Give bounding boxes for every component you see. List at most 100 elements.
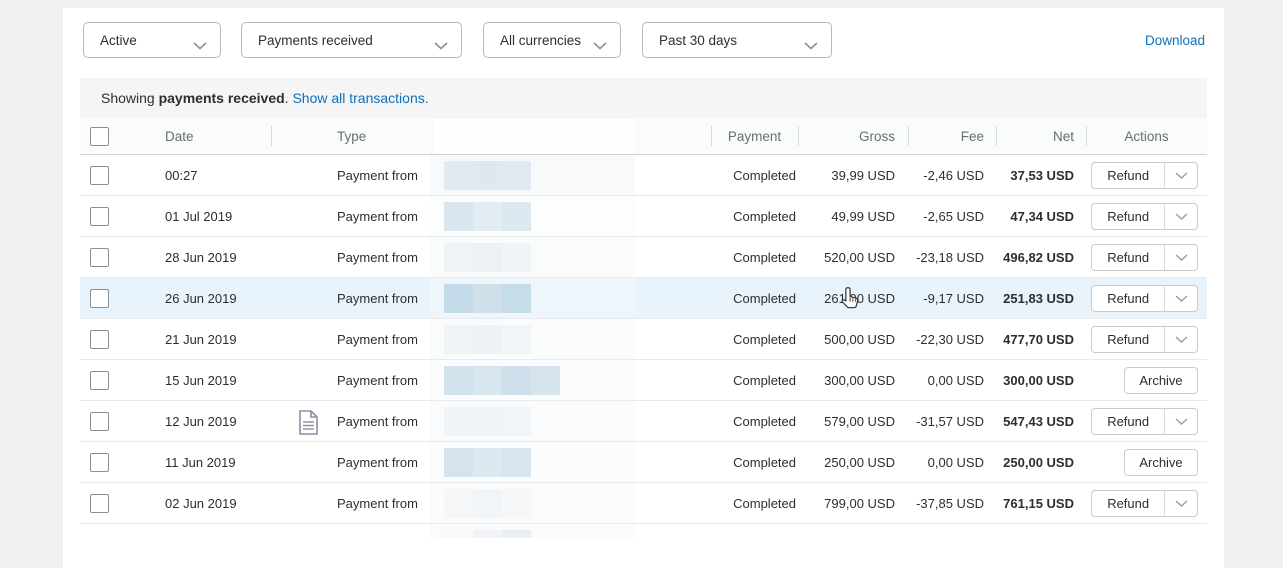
filter-type-value: Payments received — [258, 33, 373, 48]
net-amount: 477,70 USD — [996, 332, 1086, 347]
type-prefix: Payment from — [337, 373, 418, 388]
transaction-date: 28 Jun 2019 — [140, 250, 271, 265]
header-date: Date — [140, 118, 271, 154]
gross-amount: 300,00 USD — [798, 373, 908, 388]
transaction-date: 11 Jun 2019 — [140, 455, 271, 470]
type-prefix: Payment from — [337, 291, 418, 306]
banner-filter-name: payments received — [159, 90, 285, 106]
transaction-date: 00:27 — [140, 168, 271, 183]
transactions-card: Active Payments received All currencies … — [63, 8, 1224, 568]
transaction-row[interactable]: 01 Jul 2019 Payment from Completed 49,99… — [80, 196, 1207, 237]
fee-amount: -9,17 USD — [908, 291, 996, 306]
chevron-down-icon — [434, 38, 448, 53]
transaction-date: 21 Jun 2019 — [140, 332, 271, 347]
actions-cell: Refund — [1086, 203, 1207, 230]
filter-daterange-dropdown[interactable]: Past 30 days — [642, 22, 832, 58]
action-dropdown-toggle[interactable] — [1164, 245, 1197, 270]
refund-split-button[interactable]: Refund — [1091, 490, 1198, 517]
row-select-cell — [80, 166, 140, 185]
actions-cell: Archive — [1086, 367, 1207, 394]
transaction-date: 02 Jun 2019 — [140, 496, 271, 511]
transaction-row[interactable]: 21 Jun 2019 Payment from Completed 500,0… — [80, 319, 1207, 360]
chevron-down-icon — [1175, 418, 1188, 425]
transaction-row[interactable] — [80, 524, 1207, 538]
filter-type-dropdown[interactable]: Payments received — [241, 22, 462, 58]
table-body: 00:27 Payment from Completed 39,99 USD -… — [80, 155, 1207, 538]
row-checkbox[interactable] — [90, 166, 109, 185]
actions-cell: Archive — [1086, 449, 1207, 476]
row-checkbox[interactable] — [90, 289, 109, 308]
row-checkbox[interactable] — [90, 330, 109, 349]
row-select-cell — [80, 289, 140, 308]
action-dropdown-toggle[interactable] — [1164, 491, 1197, 516]
filter-status-dropdown[interactable]: Active — [83, 22, 221, 58]
payment-status: Completed — [711, 496, 798, 511]
refund-split-button[interactable]: Refund — [1091, 285, 1198, 312]
archive-button[interactable]: Archive — [1124, 367, 1198, 394]
fee-amount: -2,65 USD — [908, 209, 996, 224]
action-label: Refund — [1092, 496, 1164, 511]
row-checkbox[interactable] — [90, 494, 109, 513]
action-dropdown-toggle[interactable] — [1164, 409, 1197, 434]
row-checkbox[interactable] — [90, 207, 109, 226]
type-prefix: Payment from — [337, 250, 418, 265]
action-dropdown-toggle[interactable] — [1164, 286, 1197, 311]
payment-status: Completed — [711, 250, 798, 265]
row-select-cell — [80, 371, 140, 390]
archive-button[interactable]: Archive — [1124, 449, 1198, 476]
type-prefix: Payment from — [337, 332, 418, 347]
net-amount: 300,00 USD — [996, 373, 1086, 388]
transaction-row[interactable]: 11 Jun 2019 Payment from Completed 250,0… — [80, 442, 1207, 483]
type-prefix: Payment from — [337, 455, 418, 470]
fee-amount: -2,46 USD — [908, 168, 996, 183]
refund-split-button[interactable]: Refund — [1091, 244, 1198, 271]
net-amount: 251,83 USD — [996, 291, 1086, 306]
actions-cell: Refund — [1086, 408, 1207, 435]
row-checkbox[interactable] — [90, 453, 109, 472]
header-fee: Fee — [908, 118, 996, 154]
net-amount: 47,34 USD — [996, 209, 1086, 224]
redaction-blocks — [444, 325, 531, 354]
header-actions: Actions — [1086, 118, 1207, 154]
transaction-row[interactable]: 28 Jun 2019 Payment from Completed 520,0… — [80, 237, 1207, 278]
refund-split-button[interactable]: Refund — [1091, 162, 1198, 189]
fee-amount: -37,85 USD — [908, 496, 996, 511]
fee-amount: -31,57 USD — [908, 414, 996, 429]
type-prefix: Payment from — [337, 209, 418, 224]
action-dropdown-toggle[interactable] — [1164, 163, 1197, 188]
refund-split-button[interactable]: Refund — [1091, 326, 1198, 353]
fee-amount: 0,00 USD — [908, 455, 996, 470]
type-prefix: Payment from — [337, 414, 418, 429]
chevron-down-icon — [1175, 213, 1188, 220]
row-checkbox[interactable] — [90, 412, 109, 431]
fee-amount: 0,00 USD — [908, 373, 996, 388]
type-prefix: Payment from — [337, 168, 418, 183]
net-amount: 250,00 USD — [996, 455, 1086, 470]
select-all-checkbox[interactable] — [90, 127, 109, 146]
action-label: Refund — [1092, 209, 1164, 224]
row-checkbox[interactable] — [90, 371, 109, 390]
chevron-down-icon — [1175, 336, 1188, 343]
download-link[interactable]: Download — [1145, 33, 1205, 48]
row-checkbox[interactable] — [90, 248, 109, 267]
actions-cell: Refund — [1086, 490, 1207, 517]
transaction-row[interactable]: 26 Jun 2019 Payment from Completed 261,0… — [80, 278, 1207, 319]
transaction-row[interactable]: 12 Jun 2019 Payment from Completed 579,0… — [80, 401, 1207, 442]
banner-text: Showing payments received. — [101, 90, 289, 106]
header-gross: Gross — [798, 118, 908, 154]
row-select-cell — [80, 330, 140, 349]
show-all-transactions-link[interactable]: Show all transactions. — [292, 90, 428, 106]
action-dropdown-toggle[interactable] — [1164, 327, 1197, 352]
transaction-date: 15 Jun 2019 — [140, 373, 271, 388]
transaction-row[interactable]: 02 Jun 2019 Payment from Completed 799,0… — [80, 483, 1207, 524]
net-amount: 37,53 USD — [996, 168, 1086, 183]
filter-currency-dropdown[interactable]: All currencies — [483, 22, 621, 58]
refund-split-button[interactable]: Refund — [1091, 408, 1198, 435]
filter-banner: Showing payments received. Show all tran… — [80, 78, 1207, 118]
payment-status: Completed — [711, 332, 798, 347]
action-dropdown-toggle[interactable] — [1164, 204, 1197, 229]
transaction-row[interactable]: 15 Jun 2019 Payment from Completed 300,0… — [80, 360, 1207, 401]
net-amount: 496,82 USD — [996, 250, 1086, 265]
refund-split-button[interactable]: Refund — [1091, 203, 1198, 230]
transaction-row[interactable]: 00:27 Payment from Completed 39,99 USD -… — [80, 155, 1207, 196]
